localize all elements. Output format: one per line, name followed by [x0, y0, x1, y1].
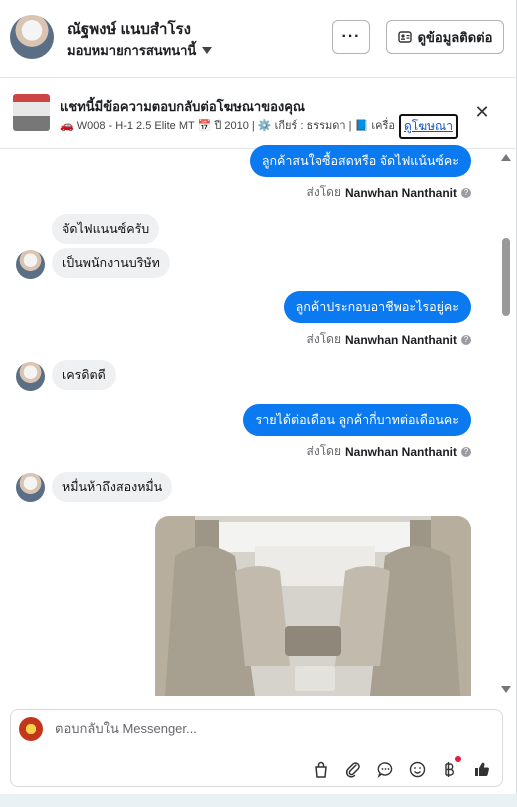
baht-payment-icon[interactable]	[440, 756, 461, 778]
message-incoming: เครดิตดี	[52, 360, 116, 390]
attachment-icon[interactable]	[344, 760, 362, 778]
caret-down-icon	[202, 47, 213, 54]
info-icon[interactable]: ?	[461, 334, 471, 345]
messenger-panel: ณัฐพงษ์ แนบสำโรง มอบหมายการสนทนานี้ ··· …	[0, 0, 517, 794]
message-outgoing: รายได้ต่อเดือน ลูกค้ากี่บาทต่อเดือนคะ	[243, 404, 471, 436]
close-banner-icon[interactable]: ✕	[472, 102, 492, 123]
scrollbar-thumb[interactable]	[502, 238, 510, 316]
reply-composer	[10, 709, 503, 787]
car-interior-photo[interactable]	[155, 516, 471, 696]
page-avatar	[19, 717, 43, 741]
car-interior-illustration	[155, 516, 471, 696]
scroll-up-arrow-icon[interactable]	[501, 154, 511, 161]
reply-input[interactable]	[55, 721, 455, 736]
message-incoming: หมื่นห้าถึงสองหมื่น	[52, 472, 173, 502]
thumbs-up-icon[interactable]	[472, 760, 490, 778]
ad-reply-banner: แชทนี้มีข้อความตอบกลับต่อโฆษณาของคุณ 🚗 W…	[0, 79, 517, 149]
view-contact-info-button[interactable]: ดูข้อมูลติดต่อ	[386, 20, 504, 54]
sent-by-label: ส่งโดย Nanwhan Nanthanit ?	[307, 442, 471, 461]
view-ad-link[interactable]: ดูโฆษณา	[399, 114, 458, 139]
sender-name: Nanwhan Nanthanit	[344, 332, 457, 347]
assign-conversation-label: มอบหมายการสนทนานี้	[67, 43, 197, 58]
contact-avatar-small	[16, 250, 45, 279]
scroll-down-arrow-icon[interactable]	[501, 686, 511, 693]
conversation-header: ณัฐพงษ์ แนบสำโรง มอบหมายการสนทนานี้ ··· …	[0, 0, 517, 78]
sender-name: Nanwhan Nanthanit	[344, 185, 457, 200]
message-incoming: เป็นพนักงานบริษัท	[52, 248, 170, 278]
notification-dot	[455, 756, 461, 762]
contact-card-icon	[397, 31, 412, 43]
composer-toolbar	[312, 756, 490, 778]
info-icon[interactable]: ?	[461, 446, 471, 457]
assign-conversation-dropdown[interactable]: มอบหมายการสนทนานี้	[67, 40, 213, 61]
contact-avatar-small	[16, 362, 45, 391]
sent-by-prefix: ส่งโดย	[306, 444, 341, 458]
message-outgoing: ลูกค้าสนใจซื้อสดหรือ จัดไฟแน้นซ์คะ	[249, 145, 471, 177]
contact-name[interactable]: ณัฐพงษ์ แนบสำโรง	[67, 17, 191, 41]
info-icon[interactable]: ?	[461, 187, 471, 198]
more-options-button[interactable]: ···	[332, 20, 370, 54]
emoji-icon[interactable]	[408, 760, 426, 778]
sender-name: Nanwhan Nanthanit	[344, 444, 457, 459]
sent-by-prefix: ส่งโดย	[306, 185, 341, 199]
sent-by-label: ส่งโดย Nanwhan Nanthanit ?	[307, 330, 471, 349]
message-outgoing: ลูกค้าประกอบอาชีพอะไรอยู่คะ	[283, 291, 471, 323]
ad-description: 🚗 W008 - H-1 2.5 Elite MT 📅 ปี 2010 | ⚙️…	[60, 120, 396, 132]
contact-avatar[interactable]	[10, 15, 54, 59]
view-contact-info-label: ดูข้อมูลติดต่อ	[417, 29, 493, 45]
ad-banner-title: แชทนี้มีข้อความตอบกลับต่อโฆษณาของคุณ	[60, 99, 305, 114]
sent-by-label: ส่งโดย Nanwhan Nanthanit ?	[307, 183, 471, 202]
message-incoming: จัดไฟแนนซ์ครับ	[52, 214, 160, 244]
saved-replies-icon[interactable]	[376, 760, 394, 778]
ad-thumbnail	[13, 94, 50, 131]
contact-avatar-small	[16, 473, 45, 502]
sent-by-prefix: ส่งโดย	[306, 332, 341, 346]
shopping-bag-icon[interactable]	[312, 760, 330, 778]
